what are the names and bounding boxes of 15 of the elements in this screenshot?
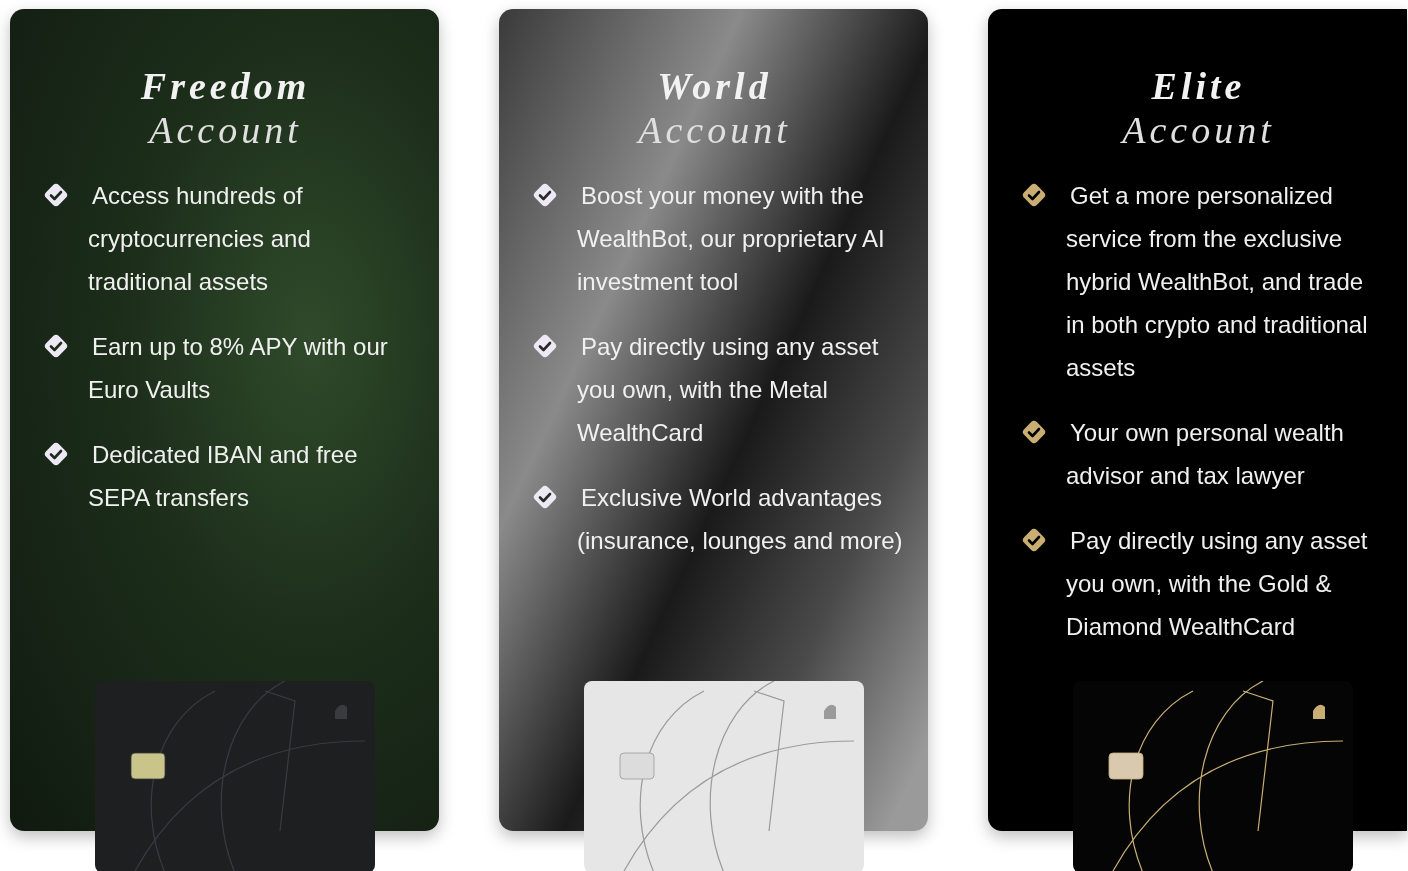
feature-text: Access hundreds of cryptocurrencies and traditional assets bbox=[88, 182, 311, 295]
feature-text: Dedicated IBAN and free SEPA transfers bbox=[88, 441, 358, 511]
plan-subtitle: Account bbox=[1119, 108, 1276, 152]
feature-text: Pay directly using any asset you own, with the Gold & Diamond WealthCard bbox=[1066, 527, 1368, 640]
plan-title: World bbox=[656, 64, 773, 108]
plan-subtitle: Account bbox=[635, 108, 792, 152]
feature-text: Boost your money with the WealthBot, our proprietary AI investment tool bbox=[577, 182, 885, 295]
feature-text: Get a more personalized service from the exclusive hybrid WealthBot, and trade in both crypto and traditional assets bbox=[1066, 182, 1368, 381]
feature-text: Your own personal wealth advisor and tax lawyer bbox=[1066, 419, 1344, 489]
feature-text: Earn up to 8% APY with our Euro Vaults bbox=[88, 333, 388, 403]
plan-title: Freedom bbox=[139, 64, 312, 108]
plan-subtitle: Account bbox=[146, 108, 303, 152]
feature-text: Exclusive World advantages (insurance, lounges and more) bbox=[577, 484, 903, 554]
plan-title: Elite bbox=[1150, 64, 1247, 108]
feature-text: Pay directly using any asset you own, with the Metal WealthCard bbox=[577, 333, 879, 446]
